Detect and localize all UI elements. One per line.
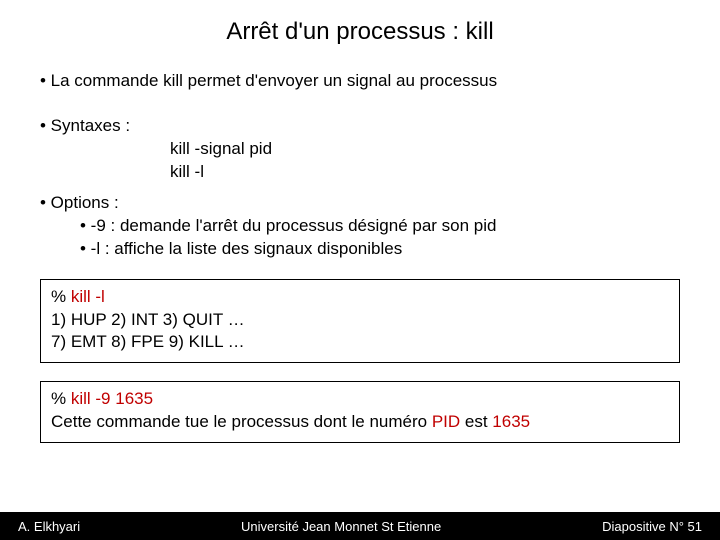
slide: Arrêt d'un processus : kill • La command… <box>0 0 720 540</box>
example2-line1: % kill -9 1635 <box>51 388 669 411</box>
slide-title: Arrêt d'un processus : kill <box>0 0 720 56</box>
bullet-intro: • La commande kill permet d'envoyer un s… <box>40 62 680 93</box>
bullet-options: • Options : <box>40 184 680 215</box>
slide-body: • La commande kill permet d'envoyer un s… <box>0 56 720 261</box>
syntax-line-2: kill -l <box>40 161 680 184</box>
syntax-line-1: kill -signal pid <box>40 138 680 161</box>
option-9: • -9 : demande l'arrêt du processus dési… <box>40 215 680 238</box>
pid-value: 1635 <box>492 412 530 431</box>
footer-university: Université Jean Monnet St Etienne <box>80 519 602 534</box>
example1-line1: % kill -l <box>51 286 669 309</box>
prompt-symbol: % <box>51 389 71 408</box>
example-box-1: % kill -l 1) HUP 2) INT 3) QUIT … 7) EMT… <box>40 279 680 364</box>
prompt-symbol: % <box>51 287 71 306</box>
example-box-2: % kill -9 1635 Cette commande tue le pro… <box>40 381 680 443</box>
footer: A. Elkhyari Université Jean Monnet St Et… <box>0 512 720 540</box>
example2-command: kill -9 1635 <box>71 389 153 408</box>
footer-slide-number: Diapositive N° 51 <box>602 519 720 534</box>
example1-line2: 1) HUP 2) INT 3) QUIT … <box>51 309 669 332</box>
example2-line2: Cette commande tue le processus dont le … <box>51 411 669 434</box>
example1-line3: 7) EMT 8) FPE 9) KILL … <box>51 331 669 354</box>
bullet-syntaxes: • Syntaxes : <box>40 107 680 138</box>
option-l: • -l : affiche la liste des signaux disp… <box>40 238 680 261</box>
footer-author: A. Elkhyari <box>0 519 80 534</box>
pid-label: PID <box>432 412 460 431</box>
example1-command: kill -l <box>71 287 105 306</box>
